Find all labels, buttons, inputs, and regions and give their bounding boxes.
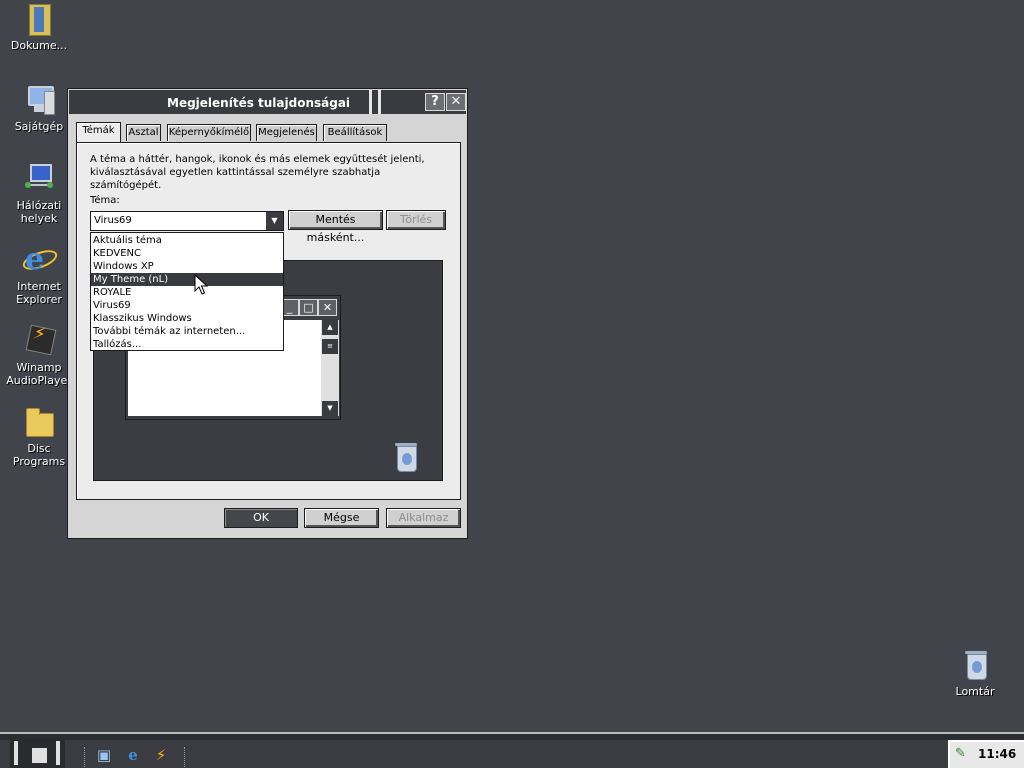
winamp-icon	[22, 324, 57, 358]
internet-explorer-icon: e	[20, 243, 60, 277]
desktop-icon-winamp[interactable]: Winamp AudioPlayer	[1, 324, 77, 387]
preview-scroll-thumb: ≡	[322, 339, 338, 354]
start-decoration	[56, 741, 60, 765]
desktop-icon-label: Lomtár	[955, 685, 995, 698]
dropdown-item-kedvenc[interactable]: KEDVENC	[91, 247, 283, 260]
desktop-icon-label: Sajátgép	[14, 120, 64, 133]
tab-appearance[interactable]: Megjelenés	[256, 124, 317, 141]
preview-maximize-icon: □	[299, 299, 318, 316]
dropdown-item-windows-xp[interactable]: Windows XP	[91, 260, 283, 273]
preview-recycle-bin-icon	[395, 442, 417, 472]
dropdown-item-my-theme[interactable]: My Theme (nL)	[91, 273, 283, 286]
themes-description: A téma a háttér, hangok, ikonok és más e…	[90, 154, 425, 191]
dialog-title: Megjelenítés tulajdonságai	[167, 96, 351, 110]
desktop-icon-label: Internet Explorer	[16, 280, 62, 306]
desktop-icon-label: Winamp AudioPlayer	[6, 361, 72, 387]
desktop-icon-internet-explorer[interactable]: e Internet Explorer	[1, 243, 77, 307]
help-button[interactable]: ?	[425, 93, 445, 111]
folder-icon	[22, 405, 56, 439]
theme-select[interactable]: Virus69 ▼	[90, 211, 284, 231]
theme-dropdown-list: Aktuális téma KEDVENC Windows XP My Them…	[90, 232, 284, 351]
dropdown-item-more-themes-online[interactable]: További témák az interneten...	[91, 325, 283, 338]
titlebar-decoration	[378, 90, 381, 114]
titlebar-decoration	[369, 90, 372, 114]
tab-desktop[interactable]: Asztal	[126, 124, 161, 141]
start-icon	[30, 746, 49, 765]
dialog-titlebar[interactable]: Megjelenítés tulajdonságai ? ✕	[69, 90, 466, 114]
desktop-icon-label: Dokume...	[10, 39, 68, 52]
clock[interactable]: 11:46	[978, 747, 1016, 761]
tray-network-icon[interactable]: ✎	[955, 746, 971, 762]
theme-select-value: Virus69	[94, 215, 132, 226]
dropdown-item-royale[interactable]: ROYALE	[91, 286, 283, 299]
desktop-icon-disc-programs[interactable]: Disc Programs	[1, 405, 77, 468]
theme-label: Téma:	[90, 195, 120, 206]
chevron-down-icon[interactable]: ▼	[266, 212, 283, 230]
preview-scroll-down-icon: ▼	[322, 401, 338, 416]
cancel-button[interactable]: Mégse	[304, 508, 379, 528]
show-desktop-icon[interactable]: ▣	[95, 746, 113, 764]
tab-themes[interactable]: Témák	[76, 122, 121, 142]
dropdown-item-classic-windows[interactable]: Klasszikus Windows	[91, 312, 283, 325]
network-icon	[22, 162, 56, 196]
desktop-icon-recycle-bin[interactable]: Lomtár	[937, 648, 1013, 698]
ok-button[interactable]: OK	[224, 508, 298, 528]
computer-icon	[22, 83, 56, 117]
dropdown-item-browse[interactable]: Tallózás...	[91, 338, 283, 351]
desktop-icon-documents[interactable]: Dokume...	[1, 2, 77, 52]
recycle-bin-icon	[958, 648, 992, 682]
quicklaunch-separator	[184, 747, 187, 767]
start-button[interactable]	[10, 738, 65, 768]
close-button[interactable]: ✕	[446, 93, 466, 111]
apply-button[interactable]: Alkalmaz	[386, 508, 461, 528]
preview-close-icon: ✕	[318, 299, 337, 316]
dropdown-item-virus69[interactable]: Virus69	[91, 299, 283, 312]
taskbar: ▣ e ⚡	[0, 732, 1024, 768]
tab-settings[interactable]: Beállítások	[323, 124, 387, 141]
preview-scroll-up-icon: ▲	[322, 320, 338, 335]
desktop-icon-network-places[interactable]: Hálózati helyek	[1, 162, 77, 225]
desktop-icon-my-computer[interactable]: Sajátgép	[1, 83, 77, 133]
start-decoration	[14, 741, 18, 765]
dropdown-item-current-theme[interactable]: Aktuális téma	[91, 234, 283, 247]
mouse-pointer-icon	[194, 274, 208, 295]
desktop-icon-label: Disc Programs	[12, 442, 66, 468]
save-as-button[interactable]: Mentés másként...	[288, 210, 383, 244]
winamp-icon[interactable]: ⚡	[152, 746, 170, 764]
preview-scrollbar: ▲ ≡ ▼	[321, 320, 339, 416]
desktop-icon-label: Hálózati helyek	[16, 199, 62, 225]
tab-screensaver[interactable]: Képernyőkímélő	[167, 124, 251, 141]
delete-button[interactable]: Törlés	[386, 210, 446, 230]
documents-folder-icon	[22, 2, 56, 36]
internet-explorer-icon[interactable]: e	[124, 746, 142, 764]
quicklaunch-separator	[84, 747, 87, 767]
system-tray: ✎ 11:46	[948, 740, 1024, 768]
